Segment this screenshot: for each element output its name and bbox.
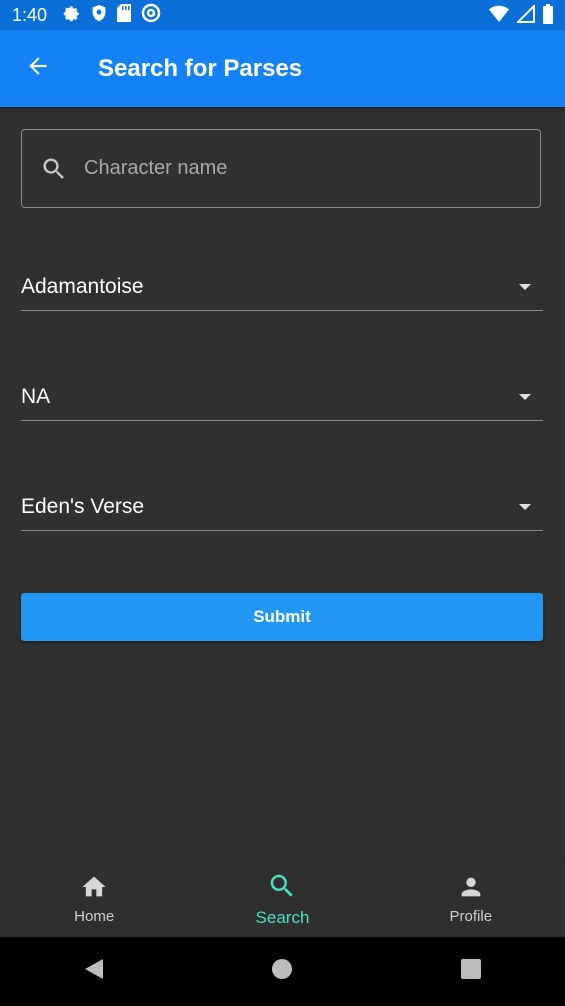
character-name-input[interactable]	[82, 156, 540, 181]
back-button[interactable]	[22, 53, 54, 85]
system-home-button[interactable]	[252, 942, 312, 1002]
system-nav-bar	[0, 937, 565, 1006]
status-time: 1:40	[12, 4, 48, 25]
sd-card-icon	[117, 3, 132, 27]
bottom-nav: Home Search Profile	[0, 859, 565, 938]
shield-icon	[91, 4, 107, 27]
person-icon	[456, 873, 486, 906]
chevron-down-icon	[519, 283, 531, 290]
nav-item-search[interactable]: Search	[188, 860, 376, 938]
submit-button[interactable]: Submit	[21, 593, 543, 641]
system-recents-button[interactable]	[441, 942, 501, 1002]
nav-label-search: Search	[255, 907, 310, 927]
nav-label-profile: Profile	[449, 908, 493, 925]
cell-signal-icon	[515, 3, 535, 28]
zone-dropdown[interactable]: Eden's Verse	[21, 483, 543, 531]
home-circle-icon	[271, 958, 293, 985]
home-icon	[79, 873, 109, 906]
character-name-field[interactable]	[21, 129, 541, 208]
back-triangle-icon	[83, 957, 105, 986]
arrow-left-icon	[25, 53, 51, 84]
chevron-down-icon	[519, 503, 531, 510]
region-dropdown[interactable]: NA	[21, 373, 543, 421]
battery-icon	[543, 4, 553, 29]
nav-label-home: Home	[74, 908, 115, 925]
status-icons-right	[489, 3, 553, 29]
chevron-down-icon	[519, 393, 531, 400]
status-icons-left	[63, 3, 161, 28]
at-sign-icon	[141, 3, 161, 28]
recents-square-icon	[460, 959, 481, 984]
wifi-icon	[489, 5, 509, 28]
zone-dropdown-value: Eden's Verse	[21, 494, 145, 518]
nav-item-home[interactable]: Home	[0, 860, 188, 938]
region-dropdown-value: NA	[21, 384, 51, 408]
search-icon	[40, 155, 68, 183]
nav-item-profile[interactable]: Profile	[377, 860, 565, 938]
page-title: Search for Parses	[98, 54, 303, 82]
server-dropdown[interactable]: Adamantoise	[21, 263, 543, 311]
system-back-button[interactable]	[64, 942, 124, 1002]
search-icon	[267, 871, 297, 906]
status-bar: 1:40	[0, 0, 565, 30]
gear-icon	[63, 4, 81, 27]
app-bar: Search for Parses	[0, 30, 565, 107]
server-dropdown-value: Adamantoise	[21, 274, 144, 298]
